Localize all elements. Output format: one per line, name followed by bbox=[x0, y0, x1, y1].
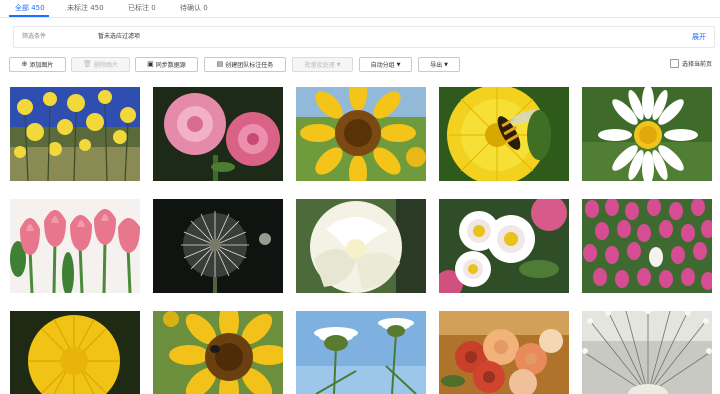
image-rose-bouquet bbox=[439, 311, 569, 394]
tab-pending[interactable]: 待确认 0 bbox=[180, 0, 208, 16]
plus-circle-icon: ⊕ bbox=[21, 60, 28, 68]
image-card[interactable] bbox=[296, 87, 426, 181]
sync-dataset-button[interactable]: ▣ 同步数据源 bbox=[135, 57, 198, 72]
image-pink-tulip-field bbox=[582, 199, 712, 293]
image-sunflower bbox=[296, 87, 426, 181]
image-white-daisy bbox=[582, 87, 712, 181]
image-card[interactable] bbox=[10, 199, 140, 293]
active-tab-indicator bbox=[9, 15, 49, 17]
team-icon: ▤ bbox=[216, 60, 224, 68]
tab-labeled[interactable]: 已标注 0 bbox=[128, 0, 156, 16]
add-image-button[interactable]: ⊕ 添加图片 bbox=[9, 57, 66, 72]
batch-process-label: 批量批处理 bbox=[304, 62, 335, 69]
expand-filter-link[interactable]: 展开 bbox=[692, 27, 706, 47]
image-card[interactable] bbox=[153, 87, 283, 181]
image-card[interactable] bbox=[296, 199, 426, 293]
image-card[interactable] bbox=[153, 199, 283, 293]
export-label: 导出 bbox=[430, 62, 443, 69]
image-white-rose bbox=[296, 199, 426, 293]
image-card[interactable] bbox=[582, 87, 712, 181]
delete-image-label: 删除图片 bbox=[93, 62, 118, 69]
select-current-page-label: 选择当前页 bbox=[681, 61, 712, 68]
image-yellow-dandelion bbox=[10, 311, 140, 394]
image-white-wild-roses bbox=[439, 199, 569, 293]
image-yellow-wildflowers-sky bbox=[10, 87, 140, 181]
image-daisies-against-sky bbox=[296, 311, 426, 394]
chevron-down-icon: ▼ bbox=[396, 61, 401, 68]
tab-unlabeled[interactable]: 未标注 450 bbox=[67, 0, 104, 16]
auto-group-label: 自动分组 bbox=[370, 62, 395, 69]
image-card[interactable] bbox=[296, 311, 426, 394]
sync-icon: ▣ bbox=[147, 60, 154, 68]
image-card[interactable] bbox=[439, 311, 569, 394]
image-pink-tulips bbox=[10, 199, 140, 293]
batch-process-dropdown[interactable]: 批量批处理 ▼ bbox=[292, 57, 353, 72]
chevron-down-icon: ▼ bbox=[444, 61, 448, 68]
filter-label: 筛选条件 bbox=[22, 33, 47, 40]
add-image-label: 添加图片 bbox=[29, 62, 54, 69]
select-page-checkbox[interactable] bbox=[669, 59, 679, 68]
image-card[interactable] bbox=[439, 199, 569, 293]
status-tabs: 全部 450 未标注 450 已标注 0 待确认 0 bbox=[0, 0, 720, 18]
image-dandelion-close-up bbox=[582, 311, 712, 394]
image-card[interactable] bbox=[582, 311, 712, 394]
image-pink-roses bbox=[153, 87, 283, 181]
image-card[interactable] bbox=[582, 199, 712, 293]
image-card[interactable] bbox=[153, 311, 283, 394]
filter-value: 暂未选应过滤项 bbox=[98, 33, 141, 40]
create-team-task-label: 创建团队标注任务 bbox=[225, 62, 274, 69]
image-dandelion-seed-head bbox=[153, 199, 283, 293]
image-card[interactable] bbox=[10, 311, 140, 394]
image-hoverfly-on-yellow-flower bbox=[439, 87, 569, 181]
image-card[interactable] bbox=[10, 87, 140, 181]
tab-all[interactable]: 全部 450 bbox=[15, 0, 45, 16]
auto-group-dropdown[interactable]: 自动分组 ▼ bbox=[359, 57, 412, 72]
create-team-task-button[interactable]: ▤ 创建团队标注任务 bbox=[204, 57, 286, 72]
delete-image-button[interactable]: 🗑 删除图片 bbox=[71, 57, 130, 72]
filter-panel: 筛选条件 暂未选应过滤项 展开 bbox=[13, 26, 715, 48]
image-card[interactable] bbox=[439, 87, 569, 181]
export-dropdown[interactable]: 导出 ▼ bbox=[418, 57, 460, 72]
chevron-down-icon: ▼ bbox=[336, 61, 341, 68]
sync-dataset-label: 同步数据源 bbox=[155, 62, 186, 69]
image-sunflower-with-bee bbox=[153, 311, 283, 394]
select-current-page[interactable]: 选择当前页 bbox=[669, 59, 712, 68]
toolbar: ⊕ 添加图片 🗑 删除图片 ▣ 同步数据源 ▤ 创建团队标注任务 批量批处理 ▼… bbox=[9, 57, 719, 72]
trash-icon: 🗑 bbox=[83, 60, 92, 68]
